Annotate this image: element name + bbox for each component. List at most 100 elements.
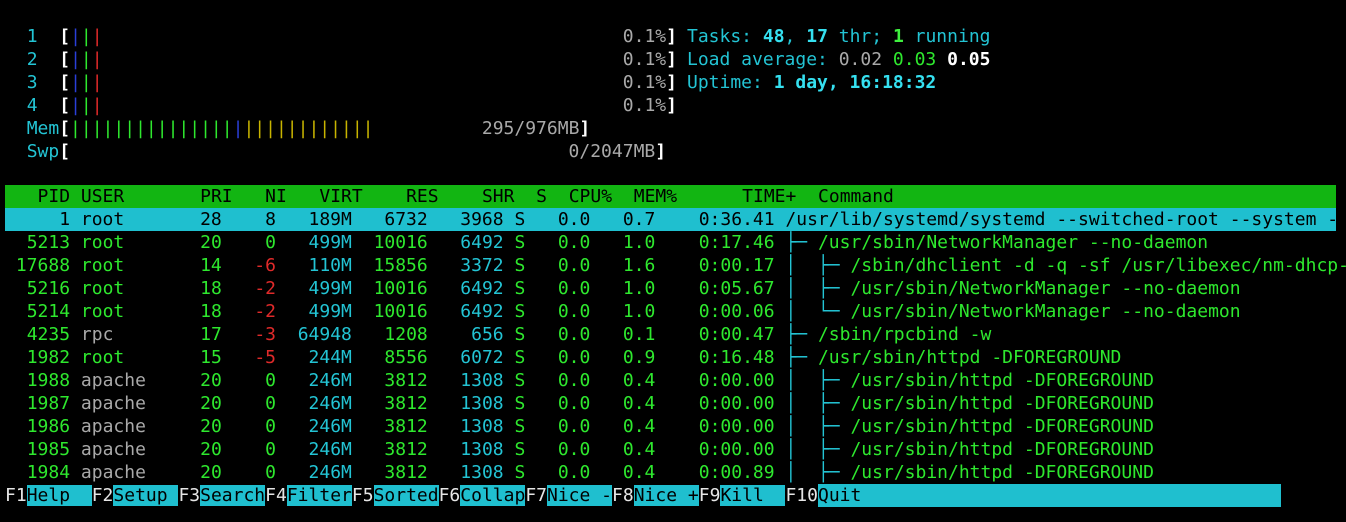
threads-count: 17 [806,26,828,47]
cell-virt: 499M [308,232,352,253]
column-header-user[interactable]: USER [81,186,124,207]
column-header-ni[interactable]: NI [265,186,287,207]
cell-ni: 0 [265,462,276,483]
fkey-key: F9 [698,485,721,506]
cell-cpu: 0.0 [557,347,591,368]
cell-user: apache [80,439,146,460]
cell-virt: 246M [308,439,352,460]
fkey-f1[interactable]: F1Help [5,485,92,506]
column-header-shr[interactable]: SHR [482,186,515,207]
fkey-label: Kill [720,485,786,506]
cell-res: 3812 [384,416,428,437]
cell-cpu: 0.0 [557,393,591,414]
function-key-bar: F1Help F2Setup F3SearchF4FilterF5SortedF… [5,484,1336,507]
column-header-time[interactable]: TIME+ [742,186,796,207]
column-header-command[interactable]: Command [818,186,894,207]
cell-state: S [514,416,526,437]
fkey-f10[interactable]: F10Quit [785,484,1281,507]
fkey-f8[interactable]: F8Nice + [612,485,699,506]
process-row[interactable]: 5213 root 20 0 499M 10016 6492 S 0.0 1.0… [5,231,1208,254]
cell-pri: 20 [200,416,222,437]
cell-mem: 1.0 [622,232,656,253]
cell-command: /usr/sbin/NetworkManager --no-daemon [817,232,1209,253]
column-header-cpu[interactable]: CPU% [569,186,612,207]
process-row[interactable]: 17688 root 14 -6 110M 15856 3372 S 0.0 1… [5,254,1346,277]
cpu-meter-1: 1 [||| 0.1%] [26,26,677,47]
cell-res: 15856 [373,255,428,276]
process-row[interactable]: 1986 apache 20 0 246M 3812 1308 S 0.0 0.… [5,415,1154,438]
process-row[interactable]: 1985 apache 20 0 246M 3812 1308 S 0.0 0.… [5,438,1154,461]
mem-meter: Mem[|||||||||||||||||||||||||||| 295/976… [26,118,591,139]
cell-ni: -3 [254,324,276,345]
tree-connector: │ ├─ [785,255,851,276]
fkey-f6[interactable]: F6Collap [439,485,526,506]
cell-virt: 110M [308,255,352,276]
cell-time: 0:00.00 [698,370,775,391]
cell-shr: 1308 [460,370,504,391]
cell-pri: 20 [200,370,222,391]
fkey-f9[interactable]: F9Kill [699,485,786,506]
tree-connector: │ ├─ [785,416,851,437]
fkey-f5[interactable]: F5Sorted [352,485,439,506]
fkey-key: F8 [612,485,634,506]
cell-pid: 1988 [26,370,71,391]
cell-time: 0:17.46 [698,232,775,253]
cell-ni: -2 [254,301,276,322]
process-row[interactable]: 5216 root 18 -2 499M 10016 6492 S 0.0 1.… [5,277,1241,300]
cell-time: 0:00.89 [698,462,775,483]
cpu-meter-2: 2 [||| 0.1%] [26,49,677,70]
column-header-s[interactable]: S [536,186,547,207]
cell-command: /usr/sbin/httpd -DFOREGROUND [850,370,1154,391]
cell-pri: 17 [200,324,222,345]
process-row[interactable]: 1984 apache 20 0 246M 3812 1308 S 0.0 0.… [5,461,1154,484]
column-header-virt[interactable]: VIRT [319,186,362,207]
cpu-label: 3 [26,72,38,93]
process-row[interactable]: 1 root 28 8 189M 6732 3968 S 0.0 0.7 0:3… [5,208,1346,231]
process-row[interactable]: 5214 root 18 -2 499M 10016 6492 S 0.0 1.… [5,300,1241,323]
cell-cpu: 0.0 [557,209,591,230]
fkey-f7[interactable]: F7Nice - [525,485,613,506]
cell-pid: 4235 [26,324,71,345]
swp-label: Swp [26,141,60,162]
cell-state: S [514,439,526,460]
cell-res: 6732 [384,209,428,230]
cell-command: /usr/sbin/httpd -DFOREGROUND [850,462,1154,483]
cell-state: S [514,347,526,368]
process-table-header[interactable]: PID USER PRI NI VIRT RES SHR S CPU% MEM%… [5,185,1336,208]
process-row[interactable]: 4235 rpc 17 -3 64948 1208 656 S 0.0 0.1 … [5,323,992,346]
cell-state: S [514,209,526,230]
cell-res: 10016 [373,232,428,253]
fkey-key: F2 [91,485,114,506]
cell-pid: 17688 [15,255,71,276]
cell-virt: 64948 [297,324,352,345]
cell-user: rpc [80,324,114,345]
cell-mem: 0.1 [622,324,656,345]
fkey-label: Sorted [373,485,439,506]
fkey-label: Quit [817,484,1281,507]
process-row[interactable]: 1987 apache 20 0 246M 3812 1308 S 0.0 0.… [5,392,1154,415]
fkey-label: Search [200,485,266,506]
cell-state: S [514,255,526,276]
column-header-pri[interactable]: PRI [200,186,233,207]
cell-command: /sbin/rpcbind -w [817,324,992,345]
tasks-count: 48 [762,26,785,47]
uptime-value: 1 day, 16:18:32 [773,72,937,93]
tree-connector: │ ├─ [785,370,851,391]
cell-res: 3812 [384,462,428,483]
column-header-mem[interactable]: MEM% [634,186,677,207]
fkey-f4[interactable]: F4Filter [265,485,352,506]
cell-ni: 0 [265,416,276,437]
process-row[interactable]: 1988 apache 20 0 246M 3812 1308 S 0.0 0.… [5,369,1154,392]
cell-mem: 0.4 [622,416,656,437]
cell-virt: 246M [308,462,352,483]
swp-value: 0/2047MB [568,141,656,162]
process-row[interactable]: 1982 root 15 -5 244M 8556 6072 S 0.0 0.9… [5,346,1122,369]
fkey-key: F3 [178,485,201,506]
column-header-res[interactable]: RES [406,186,439,207]
column-header-pid[interactable]: PID [38,186,71,207]
cell-user: root [80,255,125,276]
fkey-f2[interactable]: F2Setup [92,485,179,506]
fkey-key: F7 [525,485,547,506]
cell-user: apache [80,462,146,483]
fkey-f3[interactable]: F3Search [178,485,266,506]
